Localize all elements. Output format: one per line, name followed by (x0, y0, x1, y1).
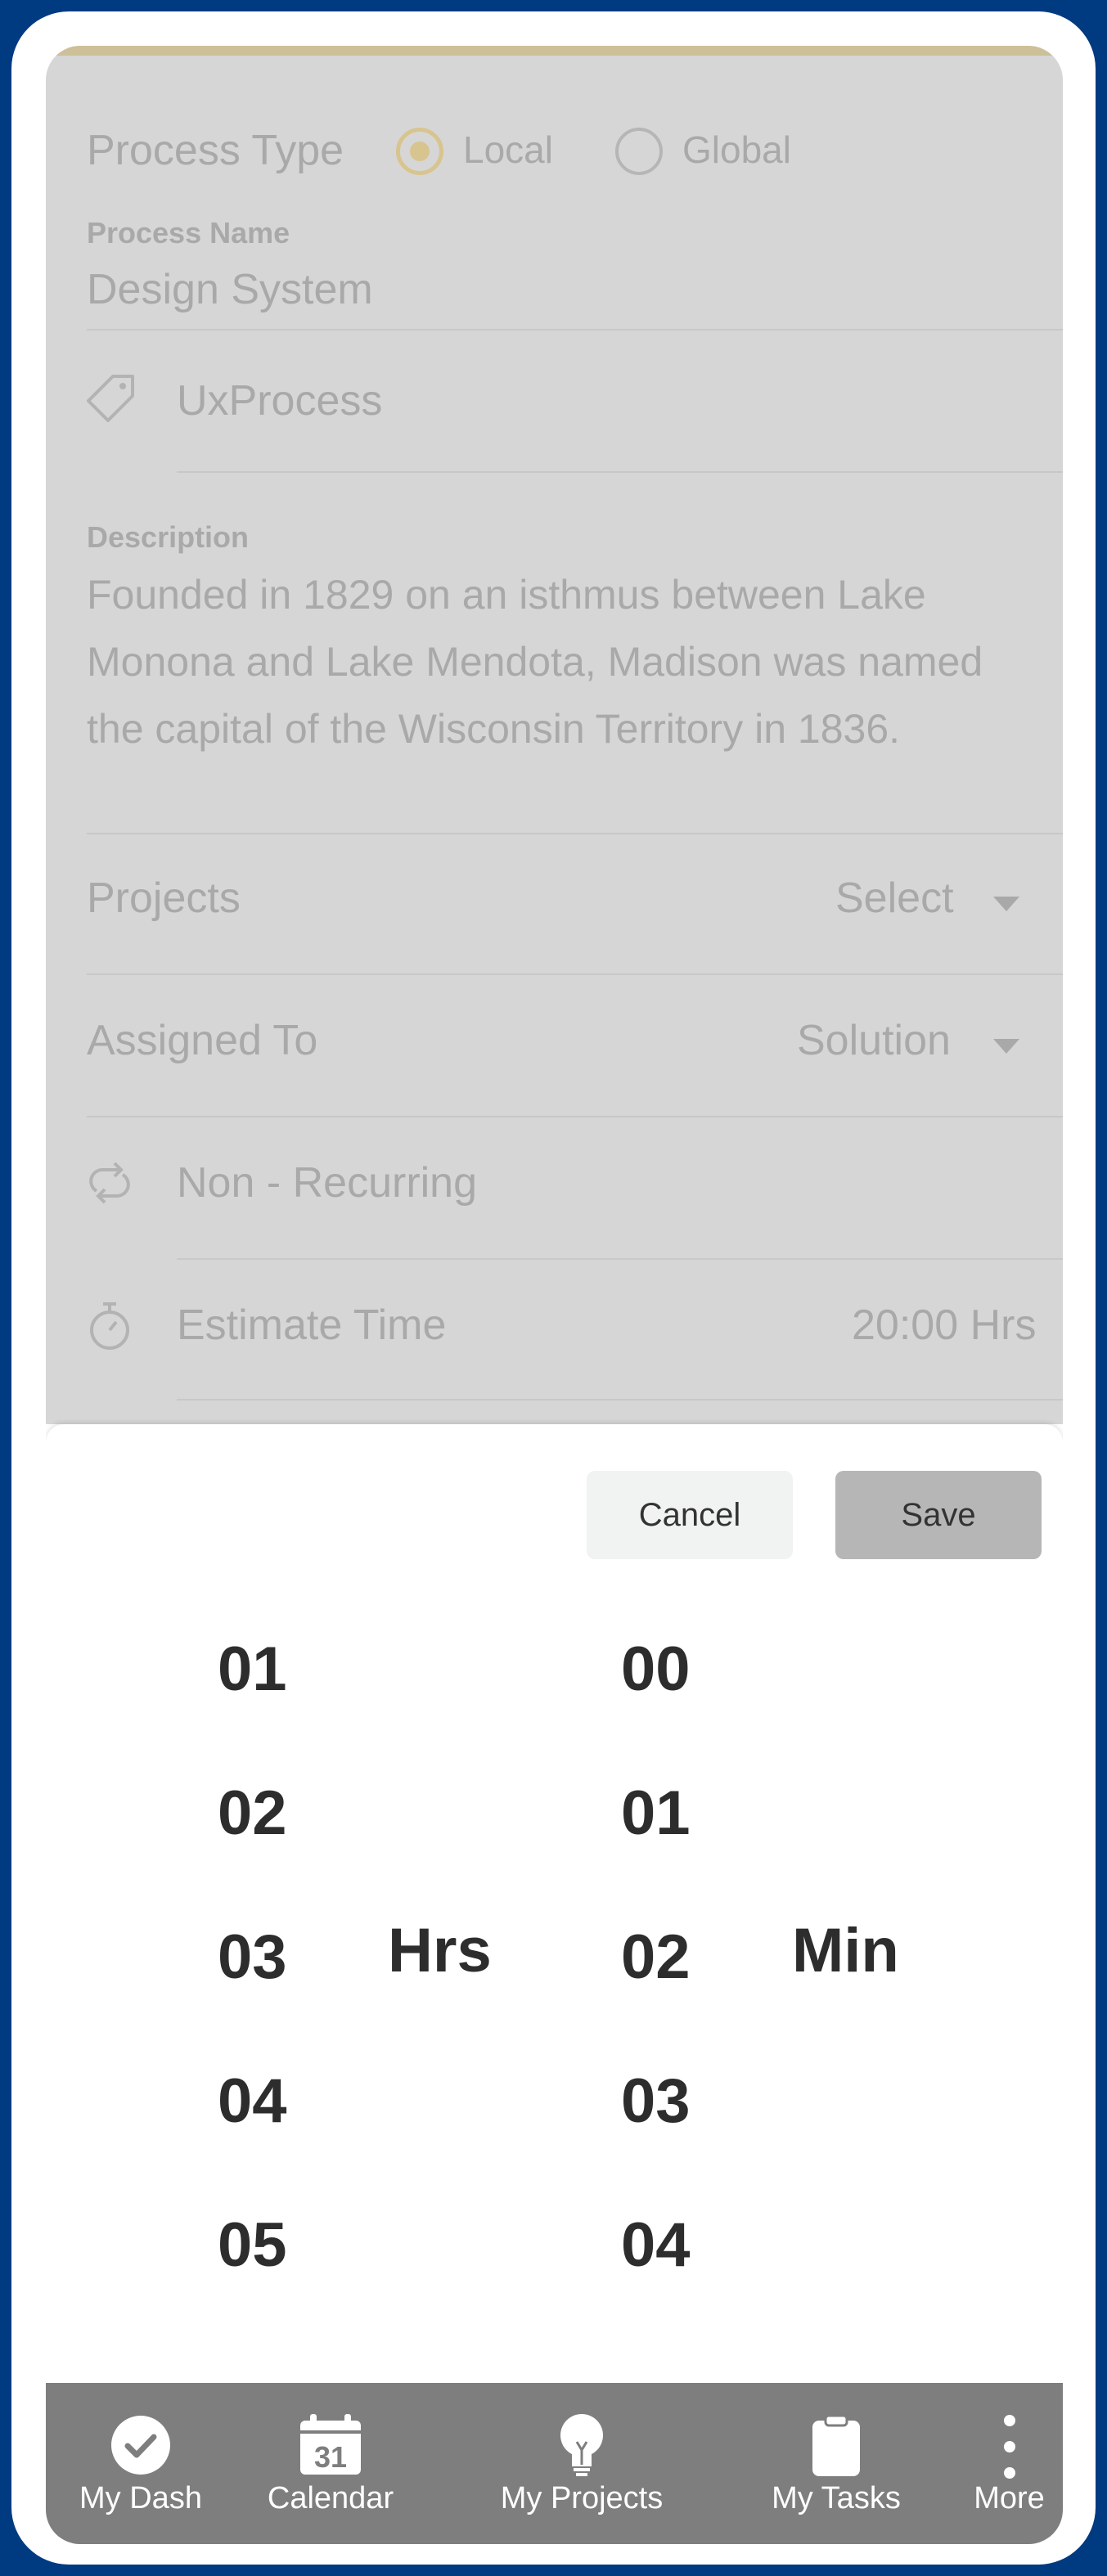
minutes-unit-label: Min (792, 1916, 899, 1985)
repeat-icon (87, 1160, 133, 1210)
tab-my-projects[interactable]: My Projects (479, 2383, 684, 2544)
form-top-accent (46, 46, 1063, 56)
divider (87, 973, 1063, 975)
cancel-button[interactable]: Cancel (587, 1471, 793, 1559)
divider (177, 1399, 1063, 1400)
chevron-down-icon[interactable] (993, 1039, 1019, 1054)
save-button[interactable]: Save (835, 1471, 1042, 1559)
recurrence-field[interactable]: Non - Recurring (177, 1158, 477, 1207)
chevron-down-icon[interactable] (993, 897, 1019, 911)
tab-label: Calendar (267, 2481, 394, 2515)
more-vertical-icon (1003, 2414, 1015, 2484)
minute-option[interactable]: 02 (621, 1922, 691, 1993)
minute-option[interactable]: 04 (621, 2210, 691, 2281)
tab-my-dash[interactable]: My Dash (46, 2383, 236, 2544)
process-form: Process Type Local Global Process Name D… (46, 46, 1063, 1424)
hour-option[interactable]: 05 (218, 2210, 287, 2281)
hours-unit-label: Hrs (388, 1916, 492, 1985)
bottom-tab-bar: My Dash 31 Calendar My Projects My Tasks… (46, 2383, 1063, 2544)
stopwatch-icon (87, 1301, 133, 1355)
estimate-time-value[interactable]: 20:00 Hrs (852, 1301, 1036, 1350)
hour-option[interactable]: 02 (218, 1778, 287, 1849)
tab-calendar[interactable]: 31 Calendar (236, 2383, 425, 2544)
tab-label: More (974, 2481, 1045, 2515)
minute-option[interactable]: 01 (621, 1778, 691, 1849)
clipboard-icon (811, 2414, 862, 2482)
projects-select[interactable]: Select (835, 874, 954, 923)
tab-label: My Tasks (772, 2481, 901, 2515)
global-radio[interactable] (615, 128, 663, 175)
process-name-input[interactable]: Design System (87, 265, 373, 314)
projects-label: Projects (87, 874, 241, 922)
local-radio-label[interactable]: Local (463, 128, 553, 172)
tab-more[interactable]: More (956, 2383, 1063, 2544)
process-name-label: Process Name (87, 216, 290, 250)
minute-option[interactable]: 03 (621, 2066, 691, 2137)
divider (177, 1258, 1063, 1260)
assigned-to-select[interactable]: Solution (797, 1016, 951, 1065)
tab-label: My Dash (79, 2481, 202, 2515)
time-picker-sheet: Cancel Save 01 02 03 04 05 Hrs 00 01 02 … (46, 1424, 1063, 2383)
divider (177, 471, 1063, 473)
tag-input[interactable]: UxProcess (177, 376, 382, 425)
global-radio-label[interactable]: Global (682, 128, 791, 172)
lightbulb-icon (559, 2414, 605, 2482)
divider (87, 833, 1063, 834)
description-text[interactable]: Founded in 1829 on an isthmus between La… (87, 561, 1019, 762)
divider (87, 329, 1063, 330)
assigned-to-label: Assigned To (87, 1017, 318, 1064)
check-circle-icon (110, 2414, 172, 2480)
minute-option[interactable]: 00 (621, 1634, 691, 1705)
calendar-icon-date: 31 (313, 2440, 348, 2474)
device-frame: Process Type Local Global Process Name D… (11, 11, 1096, 2565)
local-radio[interactable] (396, 128, 443, 175)
divider (87, 1116, 1063, 1117)
description-label: Description (87, 520, 250, 554)
hour-option[interactable]: 03 (218, 1922, 287, 1993)
hour-option[interactable]: 04 (218, 2066, 287, 2137)
app-screen: Process Type Local Global Process Name D… (46, 46, 1063, 2544)
tab-my-tasks[interactable]: My Tasks (741, 2383, 931, 2544)
hour-option[interactable]: 01 (218, 1634, 287, 1705)
estimate-time-label: Estimate Time (177, 1301, 447, 1349)
process-type-title: Process Type (87, 127, 344, 174)
tag-icon (87, 373, 136, 426)
tab-label: My Projects (500, 2481, 664, 2515)
